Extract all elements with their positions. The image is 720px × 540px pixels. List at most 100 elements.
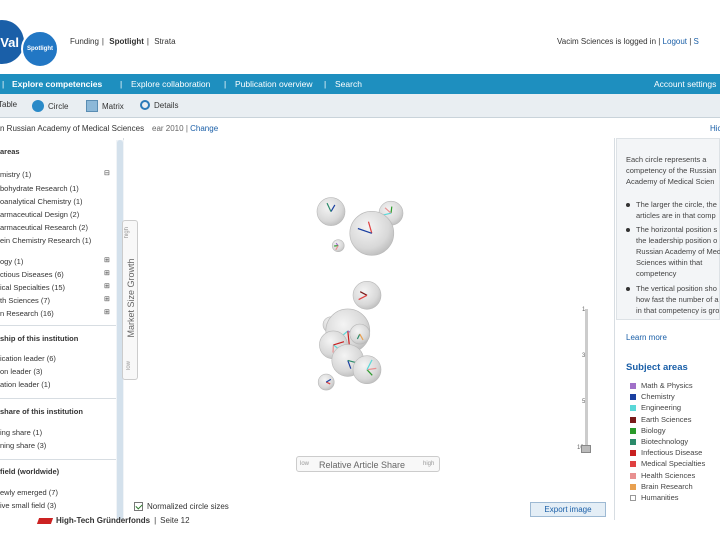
nav-publication-overview[interactable]: Publication overview <box>235 79 312 89</box>
slider-tick: 5 <box>582 399 586 405</box>
filter-item[interactable]: oanalytical Chemistry (1) <box>0 197 83 206</box>
filter-item[interactable]: ation leader (1) <box>0 380 50 389</box>
bullet-text: The larger the circle, the <box>636 200 717 209</box>
normalize-checkbox[interactable] <box>134 502 143 511</box>
legend-label[interactable]: Medical Specialties <box>641 459 705 468</box>
change-link[interactable]: Change <box>190 124 218 133</box>
footer-brand: High-Tech Gründerfonds <box>56 516 151 525</box>
bullet-text: The horizontal position s <box>636 225 718 234</box>
slider-handle[interactable] <box>581 445 591 453</box>
view-matrix[interactable]: Matrix <box>86 100 124 112</box>
expand-icon[interactable]: ⊞ <box>104 308 110 316</box>
filter-item[interactable]: ein Chemistry Research (1) <box>0 236 91 245</box>
filter-item[interactable]: on leader (3) <box>0 367 43 376</box>
legend-swatch <box>630 461 636 468</box>
legend-label[interactable]: Engineering <box>641 403 681 412</box>
normalize-toggle[interactable]: Normalized circle sizes <box>134 502 229 511</box>
bubble-layer <box>316 197 404 391</box>
legend-label[interactable]: Biology <box>641 426 666 435</box>
filter-section-share: share of this institution <box>0 407 83 416</box>
filter-section-field: field (worldwide) <box>0 467 60 476</box>
filter-item[interactable]: ctious Diseases (6) <box>0 270 64 279</box>
legend-label[interactable]: Infectious Disease <box>641 448 702 457</box>
expand-icon[interactable]: ⊞ <box>104 295 110 303</box>
logout-link[interactable]: Logout <box>663 37 687 46</box>
nav-search[interactable]: Search <box>335 79 362 89</box>
product-link-strata[interactable]: Strata <box>154 37 175 46</box>
spotlight-badge[interactable]: Spotlight <box>21 30 59 68</box>
legend-swatch <box>630 394 636 401</box>
filter-item[interactable]: mistry (1) <box>0 170 31 179</box>
view-circle[interactable]: Circle <box>32 100 68 112</box>
divider <box>0 398 116 399</box>
filter-section-leadership: ship of this institution <box>0 334 79 343</box>
slider-tick: 1 <box>582 307 586 313</box>
learn-more-link[interactable]: Learn more <box>626 333 667 342</box>
x-axis-high: high <box>423 461 435 467</box>
filter-item[interactable]: n Research (16) <box>0 309 54 318</box>
filter-item[interactable]: ning share (3) <box>0 441 46 450</box>
expand-icon[interactable]: ⊞ <box>104 256 110 264</box>
legend-label[interactable]: Brain Research <box>641 482 693 491</box>
intro-text: Academy of Medical Scien <box>626 177 715 186</box>
legend-label[interactable]: Biotechnology <box>641 437 688 446</box>
filter-panel <box>0 138 124 520</box>
filter-item[interactable]: ing share (1) <box>0 428 42 437</box>
legend-label[interactable]: Humanities <box>641 493 679 502</box>
slider-track[interactable] <box>585 309 588 453</box>
x-axis-label-box: low Relative Article Share high <box>296 456 440 472</box>
expand-icon[interactable]: ⊟ <box>104 169 110 177</box>
nav-account-settings[interactable]: Account settings <box>654 79 716 89</box>
filter-item[interactable]: ewly emerged (7) <box>0 488 58 497</box>
expand-icon[interactable]: ⊞ <box>104 269 110 277</box>
product-link-funding[interactable]: Funding <box>70 37 99 46</box>
intro-text: Each circle represents a <box>626 155 707 164</box>
filter-section-areas: areas <box>0 147 20 156</box>
filter-item[interactable]: ical Specialties (15) <box>0 283 65 292</box>
x-axis-low: low <box>300 461 310 467</box>
legend-label[interactable]: Earth Sciences <box>641 415 691 424</box>
view-details[interactable]: Details <box>140 100 178 110</box>
export-image-button[interactable]: Export image <box>530 502 606 517</box>
filter-item[interactable]: ive small field (3) <box>0 501 56 510</box>
legend-label[interactable]: Health Sciences <box>641 471 695 480</box>
filter-item[interactable]: ication leader (6) <box>0 354 56 363</box>
filter-item[interactable]: armaceutical Research (2) <box>0 223 88 232</box>
help-link[interactable]: Hic <box>710 124 720 133</box>
legend-label[interactable]: Chemistry <box>641 392 675 401</box>
magnifier-icon <box>140 100 150 110</box>
competency-bubble[interactable] <box>331 239 345 252</box>
divider <box>0 459 116 460</box>
filter-item[interactable]: bohydrate Research (1) <box>0 184 79 193</box>
product-link-spotlight[interactable]: Spotlight <box>109 37 144 46</box>
bullet-text: Russian Academy of Med <box>636 247 720 256</box>
header: Val Spotlight Funding | Spotlight | Strata… <box>0 0 720 72</box>
filter-item[interactable]: ogy (1) <box>0 257 23 266</box>
y-axis-high: high <box>124 227 130 239</box>
legend-swatch <box>630 450 636 457</box>
nav-explore-competencies[interactable]: Explore competencies <box>12 79 102 89</box>
spotlight-label: Spotlight <box>27 46 53 52</box>
brand-logo[interactable]: Val <box>0 20 24 64</box>
x-axis-title: Relative Article Share <box>319 460 406 470</box>
view-circle-label: Circle <box>48 101 69 111</box>
filter-item[interactable]: th Sciences (7) <box>0 296 50 305</box>
legend-swatch <box>630 405 636 412</box>
view-details-label: Details <box>154 100 179 110</box>
year-selector: ear 2010 | Change <box>152 124 219 133</box>
bullet-text: The vertical position sho <box>636 284 717 293</box>
y-axis-label-box: high Market Size Growth low <box>122 220 138 380</box>
bullet-text: Sciences within that <box>636 258 703 267</box>
view-table[interactable]: Table <box>0 100 17 109</box>
size-slider[interactable]: 1 3 5 10 <box>575 305 597 457</box>
extra-link[interactable]: S <box>694 37 699 46</box>
expand-icon[interactable]: ⊞ <box>104 282 110 290</box>
brand-mark-icon <box>36 517 54 524</box>
competency-bubble[interactable] <box>349 323 371 345</box>
competency-bubble[interactable] <box>316 197 346 226</box>
nav-explore-collaboration[interactable]: Explore collaboration <box>131 79 210 89</box>
bullet-text: how fast the number of a <box>636 295 719 304</box>
circle-icon <box>32 100 44 112</box>
legend-label[interactable]: Math & Physics <box>641 381 693 390</box>
filter-item[interactable]: armaceutical Design (2) <box>0 210 79 219</box>
